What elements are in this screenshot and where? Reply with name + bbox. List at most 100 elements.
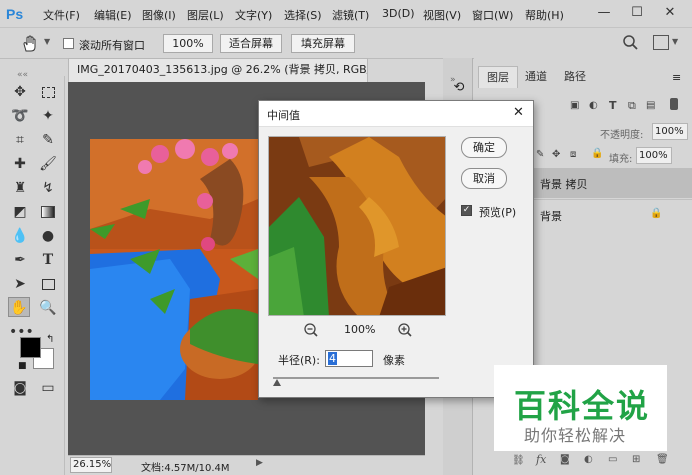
marquee-tool-icon[interactable] <box>37 82 59 102</box>
rectangle-tool-icon[interactable] <box>37 274 59 294</box>
type-tool-icon[interactable]: T <box>37 250 59 270</box>
layer-filter-shape-icon[interactable]: ⧉ <box>628 99 636 113</box>
radius-slider-track[interactable] <box>273 377 439 379</box>
close-window-button[interactable]: ✕ <box>658 2 682 24</box>
status-doc-size: 文档:4.57M/10.4M <box>141 463 230 474</box>
menu-window[interactable]: 窗口(W) <box>472 7 513 23</box>
preview-zoom-value: 100% <box>344 323 376 336</box>
screen-mode-icon[interactable]: ▭ <box>37 378 59 398</box>
brush-tool-icon[interactable]: 🖌 <box>37 154 59 174</box>
dialog-close-icon[interactable]: ✕ <box>513 105 524 120</box>
new-layer-icon[interactable]: ⊞ <box>632 454 640 465</box>
swap-colors-icon[interactable]: ↰ <box>46 334 54 345</box>
adjustment-layer-icon[interactable]: ◐ <box>584 454 593 465</box>
history-panel-icon[interactable]: ⟲ <box>450 80 468 98</box>
fill-input[interactable]: 100% <box>636 147 672 164</box>
dialog-title: 中间值 <box>267 109 300 122</box>
toolbar-collapse-icon[interactable]: «« <box>17 70 28 80</box>
preview-label: 预览(P) <box>479 206 517 219</box>
cancel-button[interactable]: 取消 <box>461 168 507 189</box>
lock-artboard-icon[interactable]: ⧈ <box>570 149 576 160</box>
tool-preset-chevron-icon[interactable]: ▼ <box>44 37 50 46</box>
radius-input[interactable]: 4 <box>325 350 373 367</box>
menu-file[interactable]: 文件(F) <box>43 7 80 23</box>
layer-filter-smart-icon[interactable]: ▤ <box>646 100 655 111</box>
healing-brush-tool-icon[interactable]: ✚ <box>9 154 31 174</box>
pen-tool-icon[interactable]: ✒ <box>9 250 31 270</box>
layer-lock-icon: 🔒 <box>650 208 663 219</box>
opacity-input[interactable]: 100% <box>652 123 688 140</box>
lock-brush-icon[interactable]: ✎ <box>536 149 544 160</box>
minimize-button[interactable]: — <box>592 2 616 24</box>
menu-type[interactable]: 文字(Y) <box>235 7 272 23</box>
clone-stamp-tool-icon[interactable]: ♜ <box>9 178 31 198</box>
layer-filter-toggle-icon[interactable] <box>670 98 678 110</box>
status-zoom[interactable]: 26.15% <box>70 457 112 473</box>
panel-menu-icon[interactable]: ≡ <box>672 71 681 84</box>
status-arrow-icon[interactable]: ▶ <box>256 458 263 468</box>
workspace-chevron-icon[interactable]: ▼ <box>672 37 678 46</box>
workspace-icon[interactable] <box>653 35 669 50</box>
menu-view[interactable]: 视图(V) <box>423 7 461 23</box>
search-icon[interactable] <box>621 34 639 52</box>
opacity-label: 不透明度: <box>600 130 644 141</box>
scroll-all-windows-label: 滚动所有窗口 <box>79 39 145 52</box>
menu-select[interactable]: 选择(S) <box>284 7 322 23</box>
layer-fx-icon[interactable]: fx <box>536 453 546 466</box>
foreground-color-swatch[interactable] <box>20 337 41 358</box>
menu-3d[interactable]: 3D(D) <box>382 7 415 20</box>
history-brush-tool-icon[interactable]: ↯ <box>37 178 59 198</box>
zoom-tool-icon[interactable]: 🔍 <box>37 298 59 318</box>
maximize-button[interactable]: ☐ <box>625 2 649 24</box>
blur-tool-icon[interactable]: 💧 <box>9 226 31 246</box>
lasso-tool-icon[interactable]: ➰ <box>9 106 31 126</box>
magic-wand-tool-icon[interactable]: ✦ <box>37 106 59 126</box>
zoom-100-button[interactable]: 100% <box>163 34 213 53</box>
path-selection-tool-icon[interactable]: ➤ <box>9 274 31 294</box>
layer-filter-type-icon[interactable]: T <box>609 99 617 112</box>
radius-slider-thumb[interactable] <box>273 379 281 386</box>
lock-position-icon[interactable]: ✥ <box>552 149 560 160</box>
link-layers-icon[interactable]: ⛓ <box>512 455 525 466</box>
menu-filter[interactable]: 滤镜(T) <box>332 7 369 23</box>
hand-tool-icon[interactable] <box>20 34 40 54</box>
layer-filter-adjust-icon[interactable]: ◐ <box>589 100 598 111</box>
move-tool-icon[interactable]: ✥ <box>9 82 31 102</box>
quick-mask-icon[interactable]: ◙ <box>9 378 31 398</box>
zoom-in-icon[interactable] <box>397 322 413 338</box>
delete-layer-icon[interactable]: 🗑 <box>656 454 669 465</box>
crop-tool-icon[interactable]: ⌗ <box>9 130 31 150</box>
menu-edit[interactable]: 编辑(E) <box>94 7 132 23</box>
median-dialog: 中间值 ✕ 100% 确定 取消 ✓ 预览(P) 半径(R): 4 像素 <box>258 100 534 398</box>
hand-tool-active-icon[interactable]: ✋ <box>8 297 30 317</box>
ok-button[interactable]: 确定 <box>461 137 507 158</box>
new-group-icon[interactable]: ▭ <box>608 454 617 465</box>
fill-screen-button[interactable]: 填充屏幕 <box>291 34 355 53</box>
gradient-tool-icon[interactable] <box>37 202 59 222</box>
default-colors-icon[interactable]: ■ <box>18 361 27 371</box>
dialog-titlebar[interactable]: 中间值 ✕ <box>259 101 533 127</box>
document-tab[interactable]: IMG_20170403_135613.jpg @ 26.2% (背景 拷贝, … <box>68 58 368 82</box>
fill-label: 填充: <box>609 154 633 165</box>
watermark-subtitle: 助你轻松解决 <box>524 426 627 445</box>
fit-screen-button[interactable]: 适合屏幕 <box>220 34 282 53</box>
tab-paths[interactable]: 路径 <box>556 66 594 88</box>
radius-value: 4 <box>328 352 337 365</box>
menu-help[interactable]: 帮助(H) <box>525 7 564 23</box>
menu-layer[interactable]: 图层(L) <box>187 7 224 23</box>
filter-preview[interactable] <box>268 136 446 316</box>
lock-all-icon[interactable]: 🔒 <box>591 148 603 159</box>
layer-filter-image-icon[interactable]: ▣ <box>570 100 579 111</box>
menu-image[interactable]: 图像(I) <box>142 7 176 23</box>
eraser-tool-icon[interactable]: ◩ <box>9 202 31 222</box>
preview-checkbox[interactable]: ✓ <box>461 205 472 216</box>
eyedropper-tool-icon[interactable]: ✎ <box>37 130 59 150</box>
zoom-out-icon[interactable] <box>303 322 319 338</box>
tab-channels[interactable]: 通道 <box>517 66 555 88</box>
dodge-tool-icon[interactable]: ● <box>37 226 59 246</box>
document-image[interactable] <box>90 139 258 400</box>
add-mask-icon[interactable]: ◙ <box>560 454 570 465</box>
tab-layers[interactable]: 图层 <box>478 66 518 88</box>
scroll-all-windows-checkbox[interactable] <box>63 38 74 49</box>
document-tab-title: IMG_20170403_135613.jpg @ 26.2% (背景 拷贝, … <box>77 63 368 76</box>
